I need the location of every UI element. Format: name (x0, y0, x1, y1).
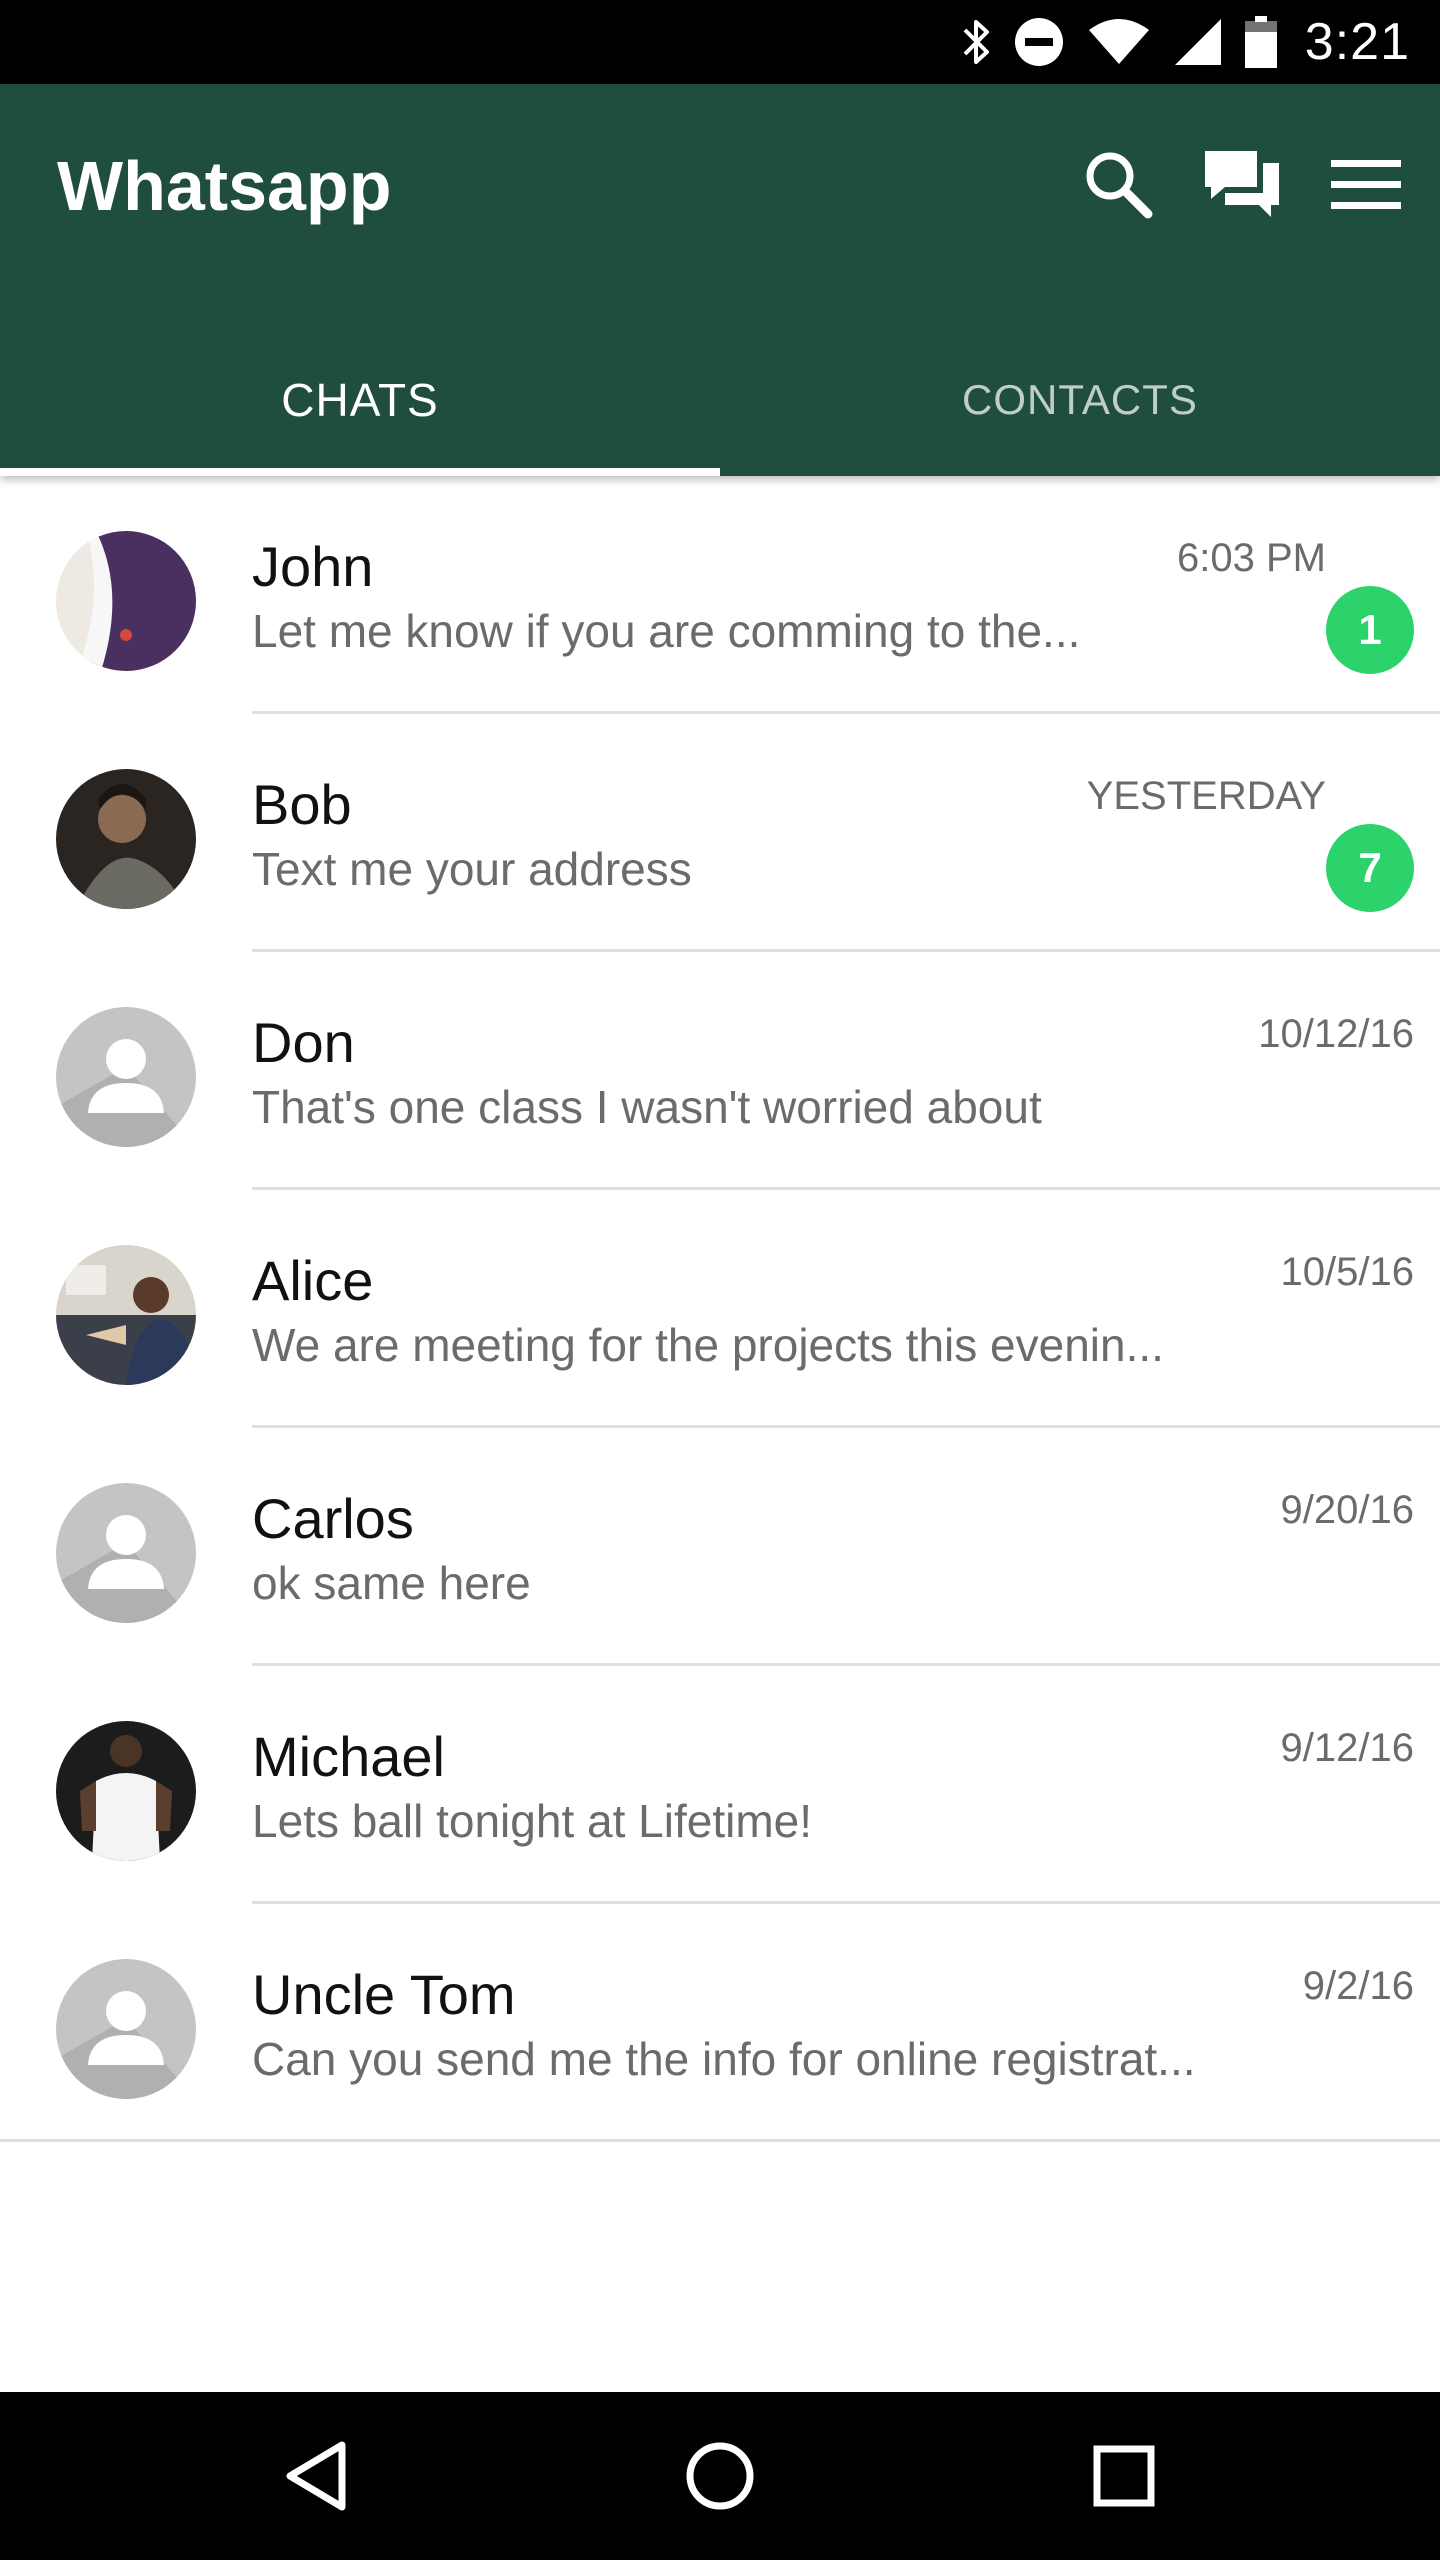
do-not-disturb-icon (1013, 14, 1065, 70)
chat-row-uncle-tom[interactable]: Uncle Tom Can you send me the info for o… (0, 1904, 1440, 2142)
cellular-signal-icon (1173, 14, 1223, 70)
divider (0, 2139, 1440, 2142)
chat-row-don[interactable]: Don That's one class I wasn't worried ab… (0, 952, 1440, 1190)
chat-name: Alice (252, 1249, 374, 1312)
chat-name: Uncle Tom (252, 1963, 516, 2026)
avatar (56, 769, 196, 909)
tab-contacts[interactable]: CONTACTS (720, 324, 1440, 476)
avatar (56, 531, 196, 671)
chat-time: 10/5/16 (1280, 1250, 1414, 1294)
unread-badge: 7 (1326, 824, 1414, 912)
default-person-icon (56, 1007, 196, 1147)
menu-icon[interactable] (1320, 138, 1412, 230)
chat-time: 9/20/16 (1280, 1488, 1414, 1532)
status-bar: 3:21 (0, 0, 1440, 84)
chat-time: 10/12/16 (1258, 1012, 1414, 1056)
chat-name: Carlos (252, 1487, 414, 1550)
tab-indicator (0, 468, 720, 476)
default-person-icon (56, 1483, 196, 1623)
battery-icon (1244, 14, 1277, 70)
recents-icon[interactable] (1074, 2426, 1174, 2526)
chat-message: Lets ball tonight at Lifetime! (252, 1795, 812, 1847)
status-time: 3:21 (1304, 13, 1410, 71)
back-icon[interactable] (266, 2426, 366, 2526)
chat-row-michael[interactable]: Michael Lets ball tonight at Lifetime! 9… (0, 1666, 1440, 1904)
chat-message: Let me know if you are comming to the... (252, 605, 1081, 657)
chat-time: YESTERDAY (1086, 774, 1326, 818)
tab-chats[interactable]: CHATS (0, 324, 720, 476)
unread-badge: 1 (1326, 586, 1414, 674)
chat-time: 9/2/16 (1302, 1964, 1414, 2008)
search-icon[interactable] (1072, 138, 1164, 230)
tab-bar: CHATS CONTACTS (0, 324, 1440, 476)
chat-row-carlos[interactable]: Carlos ok same here 9/20/16 (0, 1428, 1440, 1666)
bluetooth-icon (961, 14, 991, 70)
chat-message: We are meeting for the projects this eve… (252, 1319, 1164, 1371)
chat-message: Can you send me the info for online regi… (252, 2033, 1196, 2085)
chat-name: Bob (252, 773, 352, 836)
default-person-icon (56, 1959, 196, 2099)
chat-message: That's one class I wasn't worried about (252, 1081, 1042, 1133)
chat-message: ok same here (252, 1557, 531, 1609)
chat-message: Text me your address (252, 843, 692, 895)
navigation-bar (0, 2392, 1440, 2560)
avatar (56, 1721, 196, 1861)
chat-row-john[interactable]: John Let me know if you are comming to t… (0, 476, 1440, 714)
chat-time: 6:03 PM (1177, 536, 1326, 580)
chat-name: Michael (252, 1725, 445, 1788)
avatar (56, 1245, 196, 1385)
wifi-icon (1087, 14, 1151, 70)
chat-list: John Let me know if you are comming to t… (0, 476, 1440, 2142)
chat-time: 9/12/16 (1280, 1726, 1414, 1770)
app-title: Whatsapp (57, 147, 392, 225)
chat-row-alice[interactable]: Alice We are meeting for the projects th… (0, 1190, 1440, 1428)
chat-row-bob[interactable]: Bob Text me your address YESTERDAY 7 (0, 714, 1440, 952)
chat-name: Don (252, 1011, 355, 1074)
chat-name: John (252, 535, 374, 598)
home-icon[interactable] (670, 2426, 770, 2526)
app-bar: Whatsapp CHATS CONTACTS (0, 84, 1440, 476)
new-chat-icon[interactable] (1196, 138, 1288, 230)
